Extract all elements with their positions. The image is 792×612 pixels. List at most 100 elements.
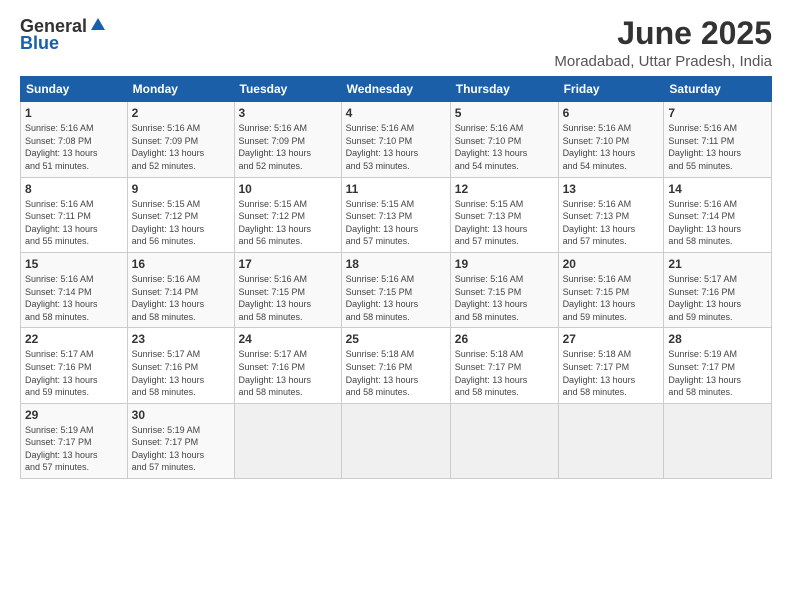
- day-info: Sunrise: 5:19 AM Sunset: 7:17 PM Dayligh…: [132, 424, 230, 474]
- calendar-cell: 29 Sunrise: 5:19 AM Sunset: 7:17 PM Dayli…: [21, 403, 128, 478]
- calendar-cell: 26 Sunrise: 5:18 AM Sunset: 7:17 PM Dayli…: [450, 328, 558, 403]
- day-number: 2: [132, 106, 230, 120]
- day-info: Sunrise: 5:16 AM Sunset: 7:14 PM Dayligh…: [132, 273, 230, 323]
- calendar-cell: 19 Sunrise: 5:16 AM Sunset: 7:15 PM Dayli…: [450, 252, 558, 327]
- day-number: 20: [563, 257, 660, 271]
- day-number: 6: [563, 106, 660, 120]
- calendar-cell: [341, 403, 450, 478]
- day-info: Sunrise: 5:17 AM Sunset: 7:16 PM Dayligh…: [239, 348, 337, 398]
- calendar-cell: 14 Sunrise: 5:16 AM Sunset: 7:14 PM Dayli…: [664, 177, 772, 252]
- day-info: Sunrise: 5:19 AM Sunset: 7:17 PM Dayligh…: [25, 424, 123, 474]
- header-sunday: Sunday: [21, 77, 128, 102]
- calendar-cell: 23 Sunrise: 5:17 AM Sunset: 7:16 PM Dayli…: [127, 328, 234, 403]
- calendar-cell: 4 Sunrise: 5:16 AM Sunset: 7:10 PM Daylig…: [341, 102, 450, 177]
- day-number: 13: [563, 182, 660, 196]
- day-info: Sunrise: 5:16 AM Sunset: 7:15 PM Dayligh…: [346, 273, 446, 323]
- title-block: June 2025 Moradabad, Uttar Pradesh, Indi…: [554, 16, 772, 70]
- calendar-cell: [664, 403, 772, 478]
- day-info: Sunrise: 5:16 AM Sunset: 7:14 PM Dayligh…: [668, 198, 767, 248]
- day-info: Sunrise: 5:15 AM Sunset: 7:13 PM Dayligh…: [346, 198, 446, 248]
- calendar-cell: 17 Sunrise: 5:16 AM Sunset: 7:15 PM Dayli…: [234, 252, 341, 327]
- logo: General Blue: [20, 16, 107, 54]
- calendar-cell: [558, 403, 664, 478]
- location-title: Moradabad, Uttar Pradesh, India: [554, 53, 772, 70]
- calendar-cell: 11Sunrise: 5:15 AM Sunset: 7:13 PM Dayli…: [341, 177, 450, 252]
- calendar-cell: 30 Sunrise: 5:19 AM Sunset: 7:17 PM Dayli…: [127, 403, 234, 478]
- day-number: 10: [239, 182, 337, 196]
- day-info: Sunrise: 5:15 AM Sunset: 7:12 PM Dayligh…: [239, 198, 337, 248]
- day-number: 1: [25, 106, 123, 120]
- day-info: Sunrise: 5:16 AM Sunset: 7:13 PM Dayligh…: [563, 198, 660, 248]
- day-number: 15: [25, 257, 123, 271]
- calendar-cell: [234, 403, 341, 478]
- day-number: 29: [25, 408, 123, 422]
- day-number: 14: [668, 182, 767, 196]
- day-info: Sunrise: 5:17 AM Sunset: 7:16 PM Dayligh…: [25, 348, 123, 398]
- day-number: 28: [668, 332, 767, 346]
- calendar-cell: 7 Sunrise: 5:16 AM Sunset: 7:11 PM Daylig…: [664, 102, 772, 177]
- day-number: 23: [132, 332, 230, 346]
- day-number: 26: [455, 332, 554, 346]
- calendar-cell: 12Sunrise: 5:15 AM Sunset: 7:13 PM Dayli…: [450, 177, 558, 252]
- logo-blue: Blue: [20, 33, 59, 54]
- header-tuesday: Tuesday: [234, 77, 341, 102]
- header-wednesday: Wednesday: [341, 77, 450, 102]
- day-info: Sunrise: 5:16 AM Sunset: 7:14 PM Dayligh…: [25, 273, 123, 323]
- calendar-cell: 9 Sunrise: 5:15 AM Sunset: 7:12 PM Daylig…: [127, 177, 234, 252]
- calendar-cell: 8 Sunrise: 5:16 AM Sunset: 7:11 PM Daylig…: [21, 177, 128, 252]
- calendar-cell: 5 Sunrise: 5:16 AM Sunset: 7:10 PM Daylig…: [450, 102, 558, 177]
- day-info: Sunrise: 5:16 AM Sunset: 7:11 PM Dayligh…: [668, 122, 767, 172]
- day-number: 8: [25, 182, 123, 196]
- day-info: Sunrise: 5:16 AM Sunset: 7:09 PM Dayligh…: [239, 122, 337, 172]
- day-number: 18: [346, 257, 446, 271]
- day-number: 4: [346, 106, 446, 120]
- day-number: 19: [455, 257, 554, 271]
- logo-icon: [89, 16, 107, 34]
- day-info: Sunrise: 5:16 AM Sunset: 7:09 PM Dayligh…: [132, 122, 230, 172]
- calendar-cell: 13 Sunrise: 5:16 AM Sunset: 7:13 PM Dayli…: [558, 177, 664, 252]
- day-number: 27: [563, 332, 660, 346]
- day-number: 16: [132, 257, 230, 271]
- day-info: Sunrise: 5:18 AM Sunset: 7:17 PM Dayligh…: [455, 348, 554, 398]
- day-info: Sunrise: 5:16 AM Sunset: 7:15 PM Dayligh…: [455, 273, 554, 323]
- calendar-cell: 25Sunrise: 5:18 AM Sunset: 7:16 PM Dayli…: [341, 328, 450, 403]
- day-number: 17: [239, 257, 337, 271]
- day-info: Sunrise: 5:16 AM Sunset: 7:10 PM Dayligh…: [455, 122, 554, 172]
- calendar-cell: 18 Sunrise: 5:16 AM Sunset: 7:15 PM Dayli…: [341, 252, 450, 327]
- day-info: Sunrise: 5:16 AM Sunset: 7:11 PM Dayligh…: [25, 198, 123, 248]
- day-info: Sunrise: 5:17 AM Sunset: 7:16 PM Dayligh…: [132, 348, 230, 398]
- calendar-cell: 10 Sunrise: 5:15 AM Sunset: 7:12 PM Dayli…: [234, 177, 341, 252]
- day-number: 24: [239, 332, 337, 346]
- calendar-cell: 3Sunrise: 5:16 AM Sunset: 7:09 PM Daylig…: [234, 102, 341, 177]
- month-title: June 2025: [554, 16, 772, 51]
- day-number: 5: [455, 106, 554, 120]
- calendar-cell: 28Sunrise: 5:19 AM Sunset: 7:17 PM Dayli…: [664, 328, 772, 403]
- calendar-cell: 1 Sunrise: 5:16 AM Sunset: 7:08 PM Daylig…: [21, 102, 128, 177]
- calendar-cell: 21 Sunrise: 5:17 AM Sunset: 7:16 PM Dayli…: [664, 252, 772, 327]
- day-info: Sunrise: 5:16 AM Sunset: 7:15 PM Dayligh…: [563, 273, 660, 323]
- calendar-cell: 15 Sunrise: 5:16 AM Sunset: 7:14 PM Dayli…: [21, 252, 128, 327]
- day-info: Sunrise: 5:16 AM Sunset: 7:08 PM Dayligh…: [25, 122, 123, 172]
- calendar-cell: [450, 403, 558, 478]
- day-info: Sunrise: 5:16 AM Sunset: 7:10 PM Dayligh…: [563, 122, 660, 172]
- day-number: 21: [668, 257, 767, 271]
- calendar-cell: 20 Sunrise: 5:16 AM Sunset: 7:15 PM Dayli…: [558, 252, 664, 327]
- calendar-cell: 6 Sunrise: 5:16 AM Sunset: 7:10 PM Daylig…: [558, 102, 664, 177]
- header-friday: Friday: [558, 77, 664, 102]
- day-info: Sunrise: 5:15 AM Sunset: 7:12 PM Dayligh…: [132, 198, 230, 248]
- calendar-cell: 16 Sunrise: 5:16 AM Sunset: 7:14 PM Dayli…: [127, 252, 234, 327]
- day-number: 30: [132, 408, 230, 422]
- header-saturday: Saturday: [664, 77, 772, 102]
- day-info: Sunrise: 5:18 AM Sunset: 7:17 PM Dayligh…: [563, 348, 660, 398]
- day-info: Sunrise: 5:17 AM Sunset: 7:16 PM Dayligh…: [668, 273, 767, 323]
- day-number: 25: [346, 332, 446, 346]
- day-number: 22: [25, 332, 123, 346]
- day-info: Sunrise: 5:16 AM Sunset: 7:10 PM Dayligh…: [346, 122, 446, 172]
- header-thursday: Thursday: [450, 77, 558, 102]
- day-info: Sunrise: 5:16 AM Sunset: 7:15 PM Dayligh…: [239, 273, 337, 323]
- day-number: 9: [132, 182, 230, 196]
- calendar-table: Sunday Monday Tuesday Wednesday Thursday…: [20, 76, 772, 479]
- day-info: Sunrise: 5:15 AM Sunset: 7:13 PM Dayligh…: [455, 198, 554, 248]
- day-number: 7: [668, 106, 767, 120]
- calendar-cell: 2 Sunrise: 5:16 AM Sunset: 7:09 PM Daylig…: [127, 102, 234, 177]
